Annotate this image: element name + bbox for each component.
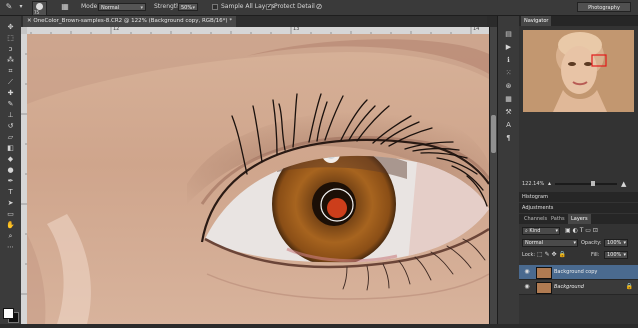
ruler-ticks — [30, 27, 472, 34]
actions-panel-icon[interactable]: ▶ — [498, 41, 519, 54]
eraser-tool-icon[interactable]: ▱ — [0, 132, 21, 143]
clone-stamp-tool-icon[interactable]: ⊥ — [0, 110, 21, 121]
fill-label: Fill: — [591, 252, 600, 258]
brush-preset-picker[interactable]: 75 — [32, 1, 47, 16]
edit-toolbar-icon[interactable]: ⋯ — [0, 242, 21, 253]
layer-row-background-copy[interactable]: ◉ Background copy — [519, 265, 638, 280]
tab-layers[interactable]: Layers — [568, 214, 591, 224]
eye-photo — [27, 34, 489, 324]
history-brush-tool-icon[interactable]: ↺ — [0, 121, 21, 132]
tab-paths[interactable]: Paths — [548, 214, 568, 224]
layer-lock-icon: 🔒 — [625, 283, 633, 290]
document-canvas[interactable] — [27, 34, 489, 324]
document-tab-bar: ✕ OneColor_Brown-samples-8.CR2 @ 122% (B… — [21, 16, 487, 27]
layer-filter-value: Kind — [529, 228, 541, 234]
tab-channels[interactable]: Channels — [521, 214, 550, 224]
navigator-preview-image — [523, 30, 634, 112]
mode-select[interactable]: Normal — [98, 3, 146, 12]
navigator-zoom-value[interactable]: 122.14% — [522, 179, 544, 189]
histogram-panel-header[interactable]: Histogram — [519, 192, 638, 202]
history-panel-icon[interactable]: ▤ — [498, 28, 519, 41]
layer-thumbnail — [536, 267, 552, 279]
opacity-label: Opacity: — [581, 240, 602, 246]
layer-name: Background — [554, 284, 584, 290]
type-tool-icon[interactable]: T — [0, 187, 21, 198]
document-tab-title: OneColor_Brown-samples-8.CR2 @ 122% (Bac… — [33, 18, 233, 24]
path-selection-tool-icon[interactable]: ➤ — [0, 198, 21, 209]
paragraph-panel-icon[interactable]: ¶ — [498, 132, 519, 145]
blend-mode-select[interactable]: Normal — [522, 239, 578, 247]
navigator-thumbnail[interactable] — [523, 30, 634, 112]
navigator-zoom-row: 122.14% ▴ ▲ — [519, 179, 638, 189]
scrollbar-thumb[interactable] — [491, 115, 496, 153]
filter-search-icon: ⌕ — [525, 228, 528, 234]
spot-healing-tool-icon[interactable]: ✎ — [4, 2, 14, 12]
zoom-in-icon[interactable]: ▲ — [621, 179, 626, 189]
adjustments-panel-header[interactable]: Adjustments — [519, 203, 638, 213]
protect-detail-label: Protect Detail — [274, 3, 315, 10]
move-tool-icon[interactable]: ✥ — [0, 22, 21, 33]
opacity-field[interactable]: 100% — [604, 239, 628, 247]
shape-tool-icon[interactable]: ▭ — [0, 209, 21, 220]
info-panel-icon[interactable]: ℹ — [498, 54, 519, 67]
workspace-switcher[interactable]: Photography — [577, 2, 631, 12]
lasso-tool-icon[interactable]: ↄ — [0, 44, 21, 55]
quick-selection-tool-icon[interactable]: ⁂ — [0, 55, 21, 66]
visibility-eye-icon[interactable]: ◉ — [523, 283, 531, 291]
horizontal-ruler[interactable]: 12 13 14 — [27, 27, 489, 34]
foreground-color-swatch[interactable] — [3, 308, 14, 319]
fill-field[interactable]: 100% — [604, 251, 628, 259]
zoom-slider-knob[interactable] — [591, 181, 595, 186]
canvas-vertical-scrollbar[interactable] — [489, 27, 497, 324]
dodge-tool-icon[interactable]: ● — [0, 165, 21, 176]
brush-presets-panel-icon[interactable]: ⁙ — [498, 67, 519, 80]
clone-source-panel-icon[interactable]: ⊛ — [498, 80, 519, 93]
visibility-eye-icon[interactable]: ◉ — [523, 268, 531, 276]
gradient-tool-icon[interactable]: ◧ — [0, 143, 21, 154]
brush-tip-icon — [36, 3, 43, 10]
healing-brush-tool-icon[interactable]: ✚ — [0, 88, 21, 99]
document-tab[interactable]: ✕ OneColor_Brown-samples-8.CR2 @ 122% (B… — [23, 16, 237, 27]
navigator-zoom-slider[interactable] — [555, 181, 617, 186]
hand-tool-icon[interactable]: ✋ — [0, 220, 21, 231]
filter-pixel-icon[interactable]: ▣ ◐ T ▭ ⊡ — [565, 227, 598, 235]
pen-tool-icon[interactable]: ✒ — [0, 176, 21, 187]
marquee-tool-icon[interactable]: ⬚ — [0, 33, 21, 44]
tools-panel: ✥ ⬚ ↄ ⁂ ⌗ ⟋ ✚ ✎ ⊥ ↺ ▱ ◧ ◆ ● ✒ T ➤ ▭ ✋ ⌕ … — [0, 16, 22, 324]
strength-field[interactable]: 50% — [178, 3, 198, 12]
lock-label: Lock: — [522, 252, 536, 258]
swatches-panel-icon[interactable]: ▦ — [498, 93, 519, 106]
lock-icons[interactable]: ⬚ ✎ ✥ 🔒 — [537, 251, 566, 259]
zoom-tool-icon[interactable]: ⌕ — [0, 231, 21, 242]
navigator-tab[interactable]: Navigator — [521, 16, 552, 26]
panel-icon-dock: ▤ ▶ ℹ ⁙ ⊛ ▦ ⚒ A ¶ — [497, 16, 520, 324]
tool-presets-panel-icon[interactable]: ⚒ — [498, 106, 519, 119]
navigator-panel-header: Navigator — [519, 16, 638, 26]
brush-size: 75 — [34, 10, 40, 15]
mode-label: Mode: — [81, 3, 100, 10]
brush-tool-icon[interactable]: ✎ — [0, 99, 21, 110]
pressure-strength-icon[interactable]: ⊘ — [314, 2, 324, 12]
sample-all-layers-checkbox[interactable] — [212, 4, 218, 10]
crop-tool-icon[interactable]: ⌗ — [0, 66, 21, 77]
brush-panel-toggle-icon[interactable]: ▦ — [60, 2, 70, 12]
protect-detail-checkbox[interactable]: ✓ — [266, 4, 272, 10]
right-panels: Navigator 122.14% ▴ ▲ Histogram Adjustme… — [519, 16, 638, 324]
eyedropper-tool-icon[interactable]: ⟋ — [0, 77, 21, 88]
layer-filter-select[interactable]: ⌕ Kind — [522, 227, 560, 235]
character-panel-icon[interactable]: A — [498, 119, 519, 132]
layers-panel-tabs: Channels Paths Layers — [519, 214, 638, 224]
layer-name: Background copy — [554, 269, 598, 275]
blur-tool-icon[interactable]: ◆ — [0, 154, 21, 165]
ruler-mark: 12 — [113, 27, 120, 32]
layer-row-background[interactable]: ◉ Background 🔒 — [519, 280, 638, 295]
zoom-out-icon[interactable]: ▴ — [548, 179, 551, 189]
ruler-mark: 13 — [293, 27, 300, 32]
tool-preset-dropdown-icon[interactable]: ▾ — [16, 2, 26, 12]
ruler-mark: 14 — [473, 27, 480, 32]
options-bar: ✎ ▾ 75 ▦ Mode: Normal Strength: 50% Samp… — [0, 0, 638, 16]
layer-thumbnail — [536, 282, 552, 294]
